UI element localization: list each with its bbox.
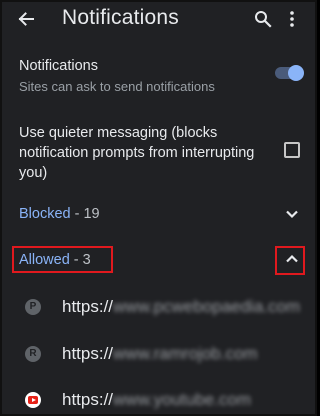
site-url-host-blurred: www.pcwebopaedia.com (113, 297, 301, 316)
toggle-thumb (288, 65, 304, 81)
site-row[interactable]: R https://www.ramrojob.com (2, 334, 315, 374)
notifications-toggle[interactable] (275, 65, 304, 81)
search-icon[interactable] (254, 10, 272, 28)
site-favicon-icon: R (25, 346, 41, 362)
site-url-host-blurred: www.youtube.com (113, 390, 251, 409)
arrow-left-icon[interactable] (16, 9, 36, 29)
quieter-messaging-checkbox[interactable] (284, 142, 300, 158)
site-url-host-blurred: www.ramrojob.com (113, 344, 258, 363)
site-favicon-icon: P (25, 299, 41, 315)
allowed-highlight-box (12, 246, 113, 273)
site-row[interactable]: https://www.youtube.com (2, 380, 315, 414)
chevron-highlight-box (275, 246, 305, 275)
notifications-setting-subtitle: Sites can ask to send notifications (19, 79, 215, 94)
site-url-protocol: https:// (62, 297, 114, 316)
youtube-favicon-icon (25, 392, 41, 408)
app-bar: Notifications (2, 2, 315, 40)
site-row[interactable]: P https://www.pcwebopaedia.com (2, 287, 315, 327)
site-url: https://www.ramrojob.com (62, 344, 258, 364)
quieter-messaging-label: Use quieter messaging (blocks notificati… (19, 125, 255, 181)
page-title: Notifications (62, 6, 179, 29)
site-url: https://www.youtube.com (62, 390, 251, 410)
notifications-setting-title: Notifications (19, 58, 98, 74)
notifications-settings-screen: Notifications Notifications Sites can as… (0, 0, 317, 416)
site-url-protocol: https:// (62, 344, 114, 363)
blocked-section-name: Blocked (19, 206, 71, 222)
more-vert-icon[interactable] (288, 10, 296, 28)
site-url: https://www.pcwebopaedia.com (62, 297, 300, 317)
site-url-protocol: https:// (62, 390, 114, 409)
blocked-section-header[interactable]: Blocked - 19 (19, 205, 100, 224)
chevron-down-icon[interactable] (285, 209, 299, 219)
blocked-section-count: - 19 (70, 206, 100, 222)
youtube-play-glyph (32, 398, 36, 402)
